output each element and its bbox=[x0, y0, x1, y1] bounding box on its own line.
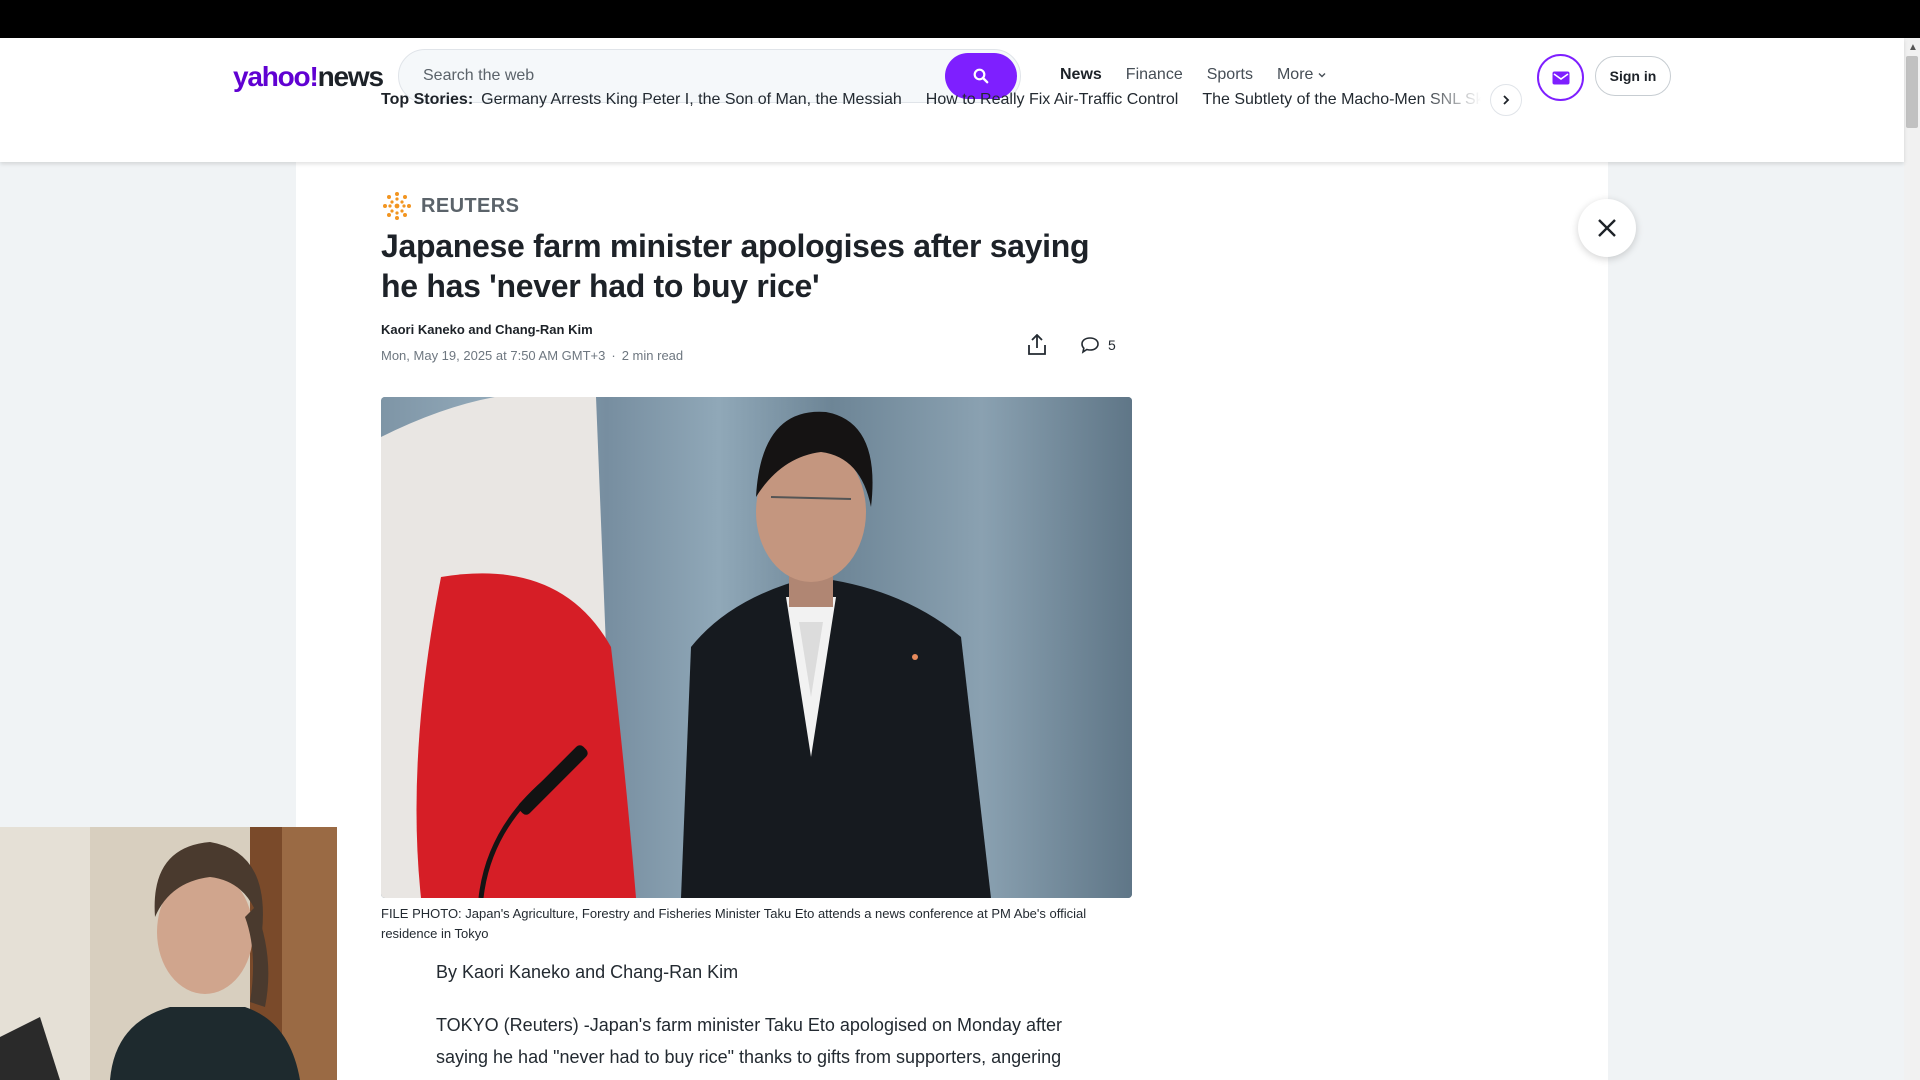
top-story-link[interactable]: Germany Arrests King Peter I, the Son of… bbox=[481, 91, 902, 109]
mail-button[interactable] bbox=[1537, 54, 1584, 101]
close-icon bbox=[1598, 219, 1616, 237]
nav-more[interactable]: More bbox=[1277, 66, 1327, 84]
scrollbar-thumb[interactable] bbox=[1906, 56, 1918, 128]
nav-news[interactable]: News bbox=[1060, 66, 1102, 84]
main-nav: News Finance Sports More bbox=[1060, 66, 1351, 84]
article-date: Mon, May 19, 2025 at 7:50 AM GMT+3 bbox=[381, 348, 606, 363]
search-icon bbox=[973, 68, 989, 84]
top-story-link[interactable]: How to Really Fix Air-Traffic Control bbox=[926, 91, 1179, 109]
share-button[interactable] bbox=[1022, 330, 1052, 360]
article-authors[interactable]: Kaori Kaneko and Chang-Ran Kim bbox=[381, 322, 593, 337]
nav-sports[interactable]: Sports bbox=[1207, 66, 1253, 84]
read-time: 2 min read bbox=[621, 348, 684, 363]
site-header: yahoo!news News Finance Sports More Sign… bbox=[0, 38, 1904, 162]
chevron-down-icon bbox=[1318, 73, 1326, 78]
chevron-right-icon bbox=[1503, 95, 1510, 105]
top-stories-label: Top Stories: bbox=[381, 91, 474, 108]
top-stories-bar: Top Stories: Germany Arrests King Peter … bbox=[381, 88, 1481, 112]
source-name: REUTERS bbox=[421, 194, 520, 217]
page-scrollbar[interactable]: ▲ bbox=[1904, 38, 1920, 1080]
browser-top-bar bbox=[0, 0, 1920, 38]
photo-caption: FILE PHOTO: Japan's Agriculture, Forestr… bbox=[381, 906, 1087, 941]
article-photo bbox=[381, 397, 1132, 898]
mail-icon bbox=[1552, 71, 1569, 84]
article-byline: By Kaori Kaneko and Chang-Ran Kim bbox=[436, 962, 739, 982]
stories-next-button[interactable] bbox=[1490, 84, 1522, 116]
meta-separator: · bbox=[611, 348, 616, 363]
webcam-overlay bbox=[0, 827, 337, 1080]
yahoo-news-logo[interactable]: yahoo!news bbox=[233, 61, 384, 93]
article-source[interactable]: REUTERS bbox=[381, 190, 519, 222]
nav-more-label: More bbox=[1276, 66, 1314, 83]
close-button[interactable] bbox=[1578, 199, 1636, 257]
article-meta: Mon, May 19, 2025 at 7:50 AM GMT+3 · 2 min… bbox=[381, 348, 683, 363]
sign-in-button[interactable]: Sign in bbox=[1595, 56, 1671, 96]
comment-count: 5 bbox=[1108, 337, 1116, 353]
comments-button[interactable]: 5 bbox=[1080, 331, 1116, 359]
reuters-logo-icon bbox=[383, 192, 411, 220]
scroll-up-arrow[interactable]: ▲ bbox=[1908, 42, 1918, 53]
nav-finance[interactable]: Finance bbox=[1126, 66, 1183, 84]
stories-fade bbox=[1421, 88, 1481, 112]
share-icon bbox=[1028, 334, 1046, 355]
article-paragraph: TOKYO (Reuters) -Japan's farm minister T… bbox=[436, 1015, 1063, 1067]
comment-icon bbox=[1081, 337, 1099, 354]
article-headline: Japanese farm minister apologises after … bbox=[381, 228, 1090, 304]
